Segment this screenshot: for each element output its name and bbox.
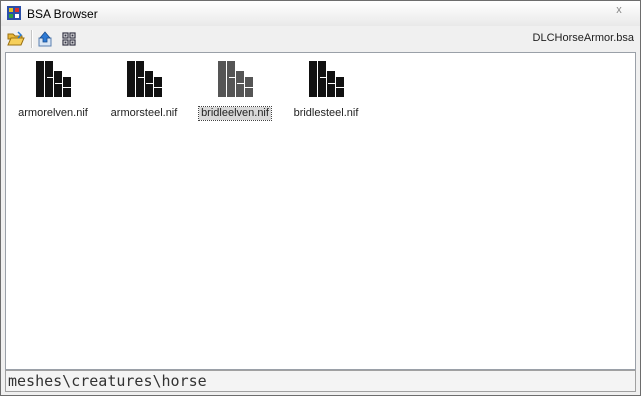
file-name: bridleelven.nif xyxy=(198,106,272,121)
file-item[interactable]: armorelven.nif xyxy=(8,59,98,129)
path-bar[interactable]: meshes\creatures\horse xyxy=(5,370,636,392)
archive-name: DLCHorseArmor.bsa xyxy=(532,32,634,44)
open-button[interactable] xyxy=(6,29,26,49)
file-item[interactable]: bridlesteel.nif xyxy=(281,59,371,129)
nif-file-icon xyxy=(36,61,71,97)
view-mode-button[interactable] xyxy=(59,29,79,49)
window-title: BSA Browser xyxy=(27,7,98,21)
toolbar: DLCHorseArmor.bsa xyxy=(1,26,640,52)
bsa-browser-window: BSA Browser x DLCHorseArmor.bsa armorelv… xyxy=(0,0,641,396)
file-name: bridlesteel.nif xyxy=(293,107,359,119)
file-item[interactable]: armorsteel.nif xyxy=(99,59,189,129)
close-icon: x xyxy=(616,4,622,16)
up-folder-icon xyxy=(38,31,52,47)
nif-file-icon xyxy=(127,61,162,97)
file-name: armorelven.nif xyxy=(18,107,88,119)
nif-file-icon xyxy=(218,61,253,97)
title-bar[interactable]: BSA Browser x xyxy=(1,1,640,27)
close-button[interactable]: x xyxy=(604,1,634,20)
file-item-selected[interactable]: bridleelven.nif xyxy=(190,59,280,129)
current-path: meshes\creatures\horse xyxy=(8,372,207,390)
file-name: armorsteel.nif xyxy=(110,107,178,119)
nif-file-icon xyxy=(309,61,344,97)
file-list-pane[interactable]: armorelven.nif armorsteel.nif bridleelve… xyxy=(5,52,636,370)
open-folder-icon xyxy=(7,31,25,46)
bsa-app-icon xyxy=(7,6,21,20)
toolbar-separator xyxy=(31,30,33,48)
view-grid-icon xyxy=(62,32,76,46)
up-folder-button[interactable] xyxy=(35,29,55,49)
